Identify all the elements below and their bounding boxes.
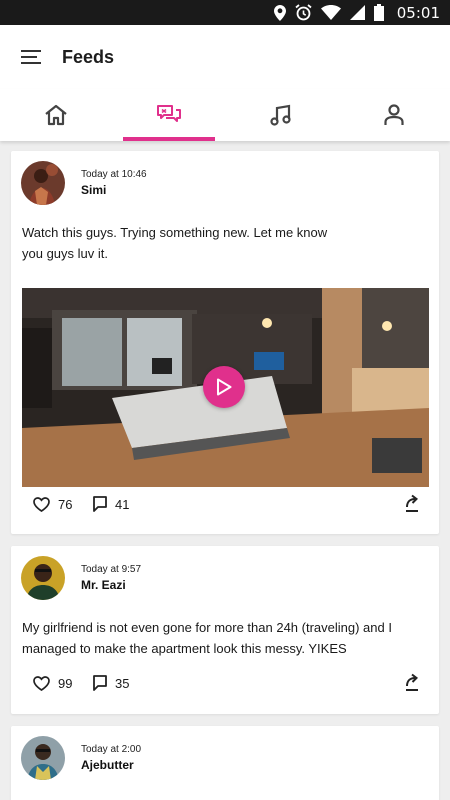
home-icon xyxy=(45,104,67,126)
like-count: 76 xyxy=(58,496,73,512)
tab-home[interactable] xyxy=(0,89,113,141)
tab-music[interactable] xyxy=(225,89,338,141)
status-time: 05:01 xyxy=(396,3,440,22)
post-actions: 76 41 xyxy=(11,489,439,519)
battery-icon xyxy=(373,4,384,21)
comment-button[interactable]: 35 xyxy=(93,675,129,691)
post-header: Today at 9:57 Mr. Eazi xyxy=(21,556,141,600)
post-header: Today at 10:46 Simi xyxy=(21,161,147,205)
music-icon xyxy=(270,104,291,126)
feed-list[interactable]: Today at 10:46 Simi Watch this guys. Try… xyxy=(0,141,450,800)
avatar[interactable] xyxy=(21,161,65,205)
tab-bar xyxy=(0,89,450,141)
wifi-icon xyxy=(320,5,341,20)
post-card: Today at 9:57 Mr. Eazi My girlfriend is … xyxy=(11,546,439,714)
post-timestamp: Today at 9:57 xyxy=(81,564,142,575)
avatar[interactable] xyxy=(21,736,65,780)
post-text: Watch this guys. Trying something new. L… xyxy=(22,225,328,261)
heart-icon xyxy=(33,496,50,512)
post-card: Today at 2:00 Ajebutter xyxy=(11,726,439,800)
post-timestamp: Today at 2:00 xyxy=(81,744,142,755)
play-icon xyxy=(217,378,232,396)
alarm-icon xyxy=(295,4,312,21)
comment-icon xyxy=(93,496,107,512)
profile-icon xyxy=(384,104,404,125)
menu-icon xyxy=(21,50,41,64)
like-button[interactable]: 76 xyxy=(33,497,72,512)
comment-count: 35 xyxy=(115,675,130,691)
comment-button[interactable]: 41 xyxy=(93,496,129,512)
menu-button[interactable] xyxy=(0,25,62,89)
heart-icon xyxy=(33,675,50,691)
page-title: Feeds xyxy=(62,46,115,67)
post-actions: 99 35 xyxy=(11,668,439,698)
chat-icon xyxy=(156,105,181,122)
tab-profile[interactable] xyxy=(338,89,450,141)
location-icon xyxy=(273,4,286,21)
share-icon xyxy=(406,494,419,512)
post-video[interactable] xyxy=(22,288,429,487)
post-timestamp: Today at 10:46 xyxy=(81,169,147,180)
post-author[interactable]: Mr. Eazi xyxy=(81,577,141,593)
post-author[interactable]: Ajebutter xyxy=(81,757,141,773)
status-bar: 05:01 xyxy=(0,0,450,25)
app-bar: Feeds xyxy=(0,25,450,89)
share-button[interactable] xyxy=(405,494,419,517)
share-button[interactable] xyxy=(405,673,419,696)
like-button[interactable]: 99 xyxy=(33,676,72,691)
comment-icon xyxy=(93,675,107,691)
signal-icon xyxy=(349,5,365,20)
comment-count: 41 xyxy=(115,496,130,512)
post-header: Today at 2:00 Ajebutter xyxy=(21,736,141,780)
post-card: Today at 10:46 Simi Watch this guys. Try… xyxy=(11,151,439,534)
avatar[interactable] xyxy=(21,556,65,600)
play-button[interactable] xyxy=(203,366,245,408)
share-icon xyxy=(406,673,419,691)
tab-chat[interactable] xyxy=(113,89,226,141)
post-author[interactable]: Simi xyxy=(81,182,147,198)
post-text: My girlfriend is not even gone for more … xyxy=(22,620,392,656)
like-count: 99 xyxy=(58,675,73,691)
